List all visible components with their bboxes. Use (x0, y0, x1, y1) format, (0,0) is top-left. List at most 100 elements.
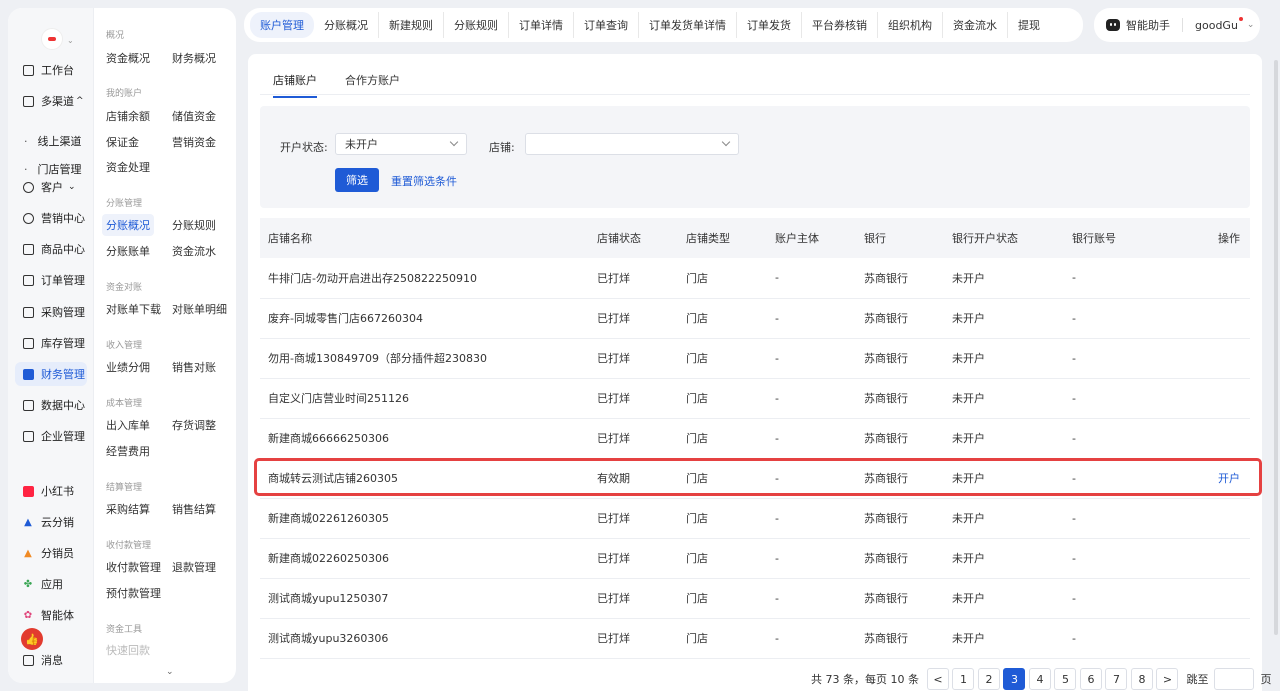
page-button[interactable]: 7 (1105, 668, 1128, 690)
subnav-fund-flow[interactable]: 资金流水 (172, 243, 216, 259)
cell-store-type: 门店 (678, 418, 767, 459)
subnav-statement-download[interactable]: 对账单下载 (106, 301, 161, 317)
nav-workbench[interactable]: 工作台 (15, 58, 87, 82)
nav-enterprise[interactable]: 企业管理 (15, 424, 87, 448)
filter-button[interactable]: 筛选 (335, 168, 379, 192)
prev-page-button[interactable]: < (926, 668, 949, 690)
cell-store-status: 已打烊 (589, 498, 678, 539)
table-row: 测试商城yupu1250307 已打烊 门店 - 苏商银行 未开户 - (260, 578, 1250, 619)
subnav-marketing-fund[interactable]: 营销资金 (172, 134, 216, 150)
tab-withdraw[interactable]: 提现 (1008, 12, 1050, 38)
nav-multichannel[interactable]: 多渠道 ^ (15, 89, 87, 113)
chevron-down-icon[interactable]: ⌄ (67, 36, 74, 45)
assistant-button[interactable]: 智能助手 (1126, 17, 1170, 33)
nav-cloud-distribution[interactable]: ▲ 云分销 (15, 510, 87, 534)
nav-messages[interactable]: 消息 (15, 648, 87, 672)
subnav-refund-management[interactable]: 退款管理 (172, 559, 216, 575)
user-menu[interactable]: goodGu (1195, 16, 1243, 32)
col-store-type: 店铺类型 (678, 218, 767, 258)
subnav-inventory-adjust[interactable]: 存货调整 (172, 417, 216, 433)
status-select[interactable]: 未开户 (335, 133, 467, 155)
nav-xiaohongshu[interactable]: 小红书 (15, 479, 87, 503)
page-button[interactable]: 2 (977, 668, 1000, 690)
subnav-sales-reconciliation[interactable]: 销售对账 (172, 359, 216, 375)
page-scrollbar[interactable] (1274, 60, 1278, 635)
subnav-deposit[interactable]: 保证金 (106, 134, 139, 150)
subnav-payment-management[interactable]: 收付款管理 (106, 559, 161, 575)
subnav-split-bills[interactable]: 分账账单 (106, 243, 150, 259)
nav-label: 数据中心 (41, 399, 85, 412)
nav-inventory[interactable]: 库存管理 (15, 331, 87, 355)
notification-dot (1238, 16, 1243, 21)
page-button[interactable]: 6 (1079, 668, 1102, 690)
nav-orders[interactable]: 订单管理 (15, 268, 87, 292)
subnav-split-rules[interactable]: 分账规则 (172, 217, 216, 233)
subnav-fund-processing[interactable]: 资金处理 (106, 159, 150, 175)
cell-bank-open-status: 未开户 (944, 538, 1064, 579)
nav-finance[interactable]: 财务管理 (15, 362, 87, 386)
nav-distributor[interactable]: ▲ 分销员 (15, 541, 87, 565)
scroll-down-chevron-icon[interactable]: ⌄ (166, 667, 174, 677)
nav-agent[interactable]: ✿ 智能体 (15, 603, 87, 627)
cell-store-type: 门店 (678, 538, 767, 579)
chevron-up-icon: ^ (76, 96, 84, 106)
page-button[interactable]: 4 (1028, 668, 1051, 690)
subnav-store-balance[interactable]: 店铺余额 (106, 108, 150, 124)
tab-account-management[interactable]: 账户管理 (250, 12, 314, 38)
subnav-statement-detail[interactable]: 对账单明细 (172, 301, 227, 317)
open-account-link[interactable]: 开户 (1218, 472, 1240, 485)
tab-split-overview[interactable]: 分账概况 (314, 12, 379, 38)
tab-order-shipping[interactable]: 订单发货 (737, 12, 802, 38)
subnav-sales-settlement[interactable]: 销售结算 (172, 501, 216, 517)
subnav-operating-expense[interactable]: 经营费用 (106, 443, 150, 459)
tab-fund-flow[interactable]: 资金流水 (943, 12, 1008, 38)
jump-page-input[interactable] (1214, 668, 1255, 690)
nav-customer[interactable]: 客户 ⌄ (15, 175, 87, 199)
tab-order-query[interactable]: 订单查询 (574, 12, 639, 38)
store-select[interactable] (525, 133, 739, 155)
page-button[interactable]: 3 (1003, 668, 1026, 690)
cell-bank-account: - (1064, 458, 1164, 499)
main-content: 店铺账户 合作方账户 开户状态: 未开户 店铺: 筛选 重置筛选条件 店铺名称 … (248, 54, 1262, 691)
cell-bank-open-status: 未开户 (944, 378, 1064, 419)
page-suffix: 页 (1260, 673, 1272, 686)
subnav-stored-value[interactable]: 储值资金 (172, 108, 216, 124)
subnav-prepayment-management[interactable]: 预付款管理 (106, 585, 161, 601)
subnav-quick-payback[interactable]: 快速回款 (106, 642, 150, 658)
nav-marketing[interactable]: 营销中心 (15, 206, 87, 230)
target-icon (22, 212, 34, 224)
robot-icon[interactable] (1106, 19, 1120, 31)
nav-apps[interactable]: ✤ 应用 (15, 572, 87, 596)
subnav-fund-overview[interactable]: 资金概况 (106, 50, 150, 66)
tab-organization[interactable]: 组织机构 (878, 12, 943, 38)
cell-bank: 苏商银行 (856, 618, 944, 659)
nav-purchasing[interactable]: 采购管理 (15, 300, 87, 324)
page-button[interactable]: 1 (952, 668, 975, 690)
tab-split-rules[interactable]: 分账规则 (444, 12, 509, 38)
nav-online-channel[interactable]: 线上渠道 (24, 133, 82, 149)
subnav-stock-in-out[interactable]: 出入库单 (106, 417, 150, 433)
tab-shipment-detail[interactable]: 订单发货单详情 (639, 12, 737, 38)
tab-coupon-verify[interactable]: 平台券核销 (802, 12, 878, 38)
tab-order-detail[interactable]: 订单详情 (509, 12, 574, 38)
page-button[interactable]: 5 (1054, 668, 1077, 690)
reset-filter-link[interactable]: 重置筛选条件 (391, 173, 457, 189)
tab-new-rule[interactable]: 新建规则 (379, 12, 444, 38)
divider (1182, 18, 1183, 32)
subnav-commission[interactable]: 业绩分佣 (106, 359, 150, 375)
chevron-down-icon[interactable]: ⌄ (1247, 20, 1255, 30)
nav-label: 小红书 (41, 485, 74, 498)
subnav-finance-overview[interactable]: 财务概况 (172, 50, 216, 66)
subnav-split-overview[interactable]: 分账概况 (102, 214, 154, 236)
cell-account-entity: - (767, 338, 856, 379)
next-page-button[interactable]: > (1156, 668, 1179, 690)
primary-nav: ⌄ 工作台 多渠道^ 线上渠道 门店管理 客户⌄ 营销中心 商品中心 订单管理 … (8, 8, 94, 683)
cell-bank: 苏商银行 (856, 538, 944, 579)
filter-panel: 开户状态: 未开户 店铺: 筛选 重置筛选条件 (260, 106, 1250, 208)
page-button[interactable]: 8 (1130, 668, 1153, 690)
subnav-purchase-settlement[interactable]: 采购结算 (106, 501, 150, 517)
thumbs-up-icon[interactable]: 👍 (21, 628, 43, 650)
shop-logo[interactable] (41, 28, 63, 50)
nav-products[interactable]: 商品中心 (15, 237, 87, 261)
nav-data-center[interactable]: 数据中心 (15, 393, 87, 417)
